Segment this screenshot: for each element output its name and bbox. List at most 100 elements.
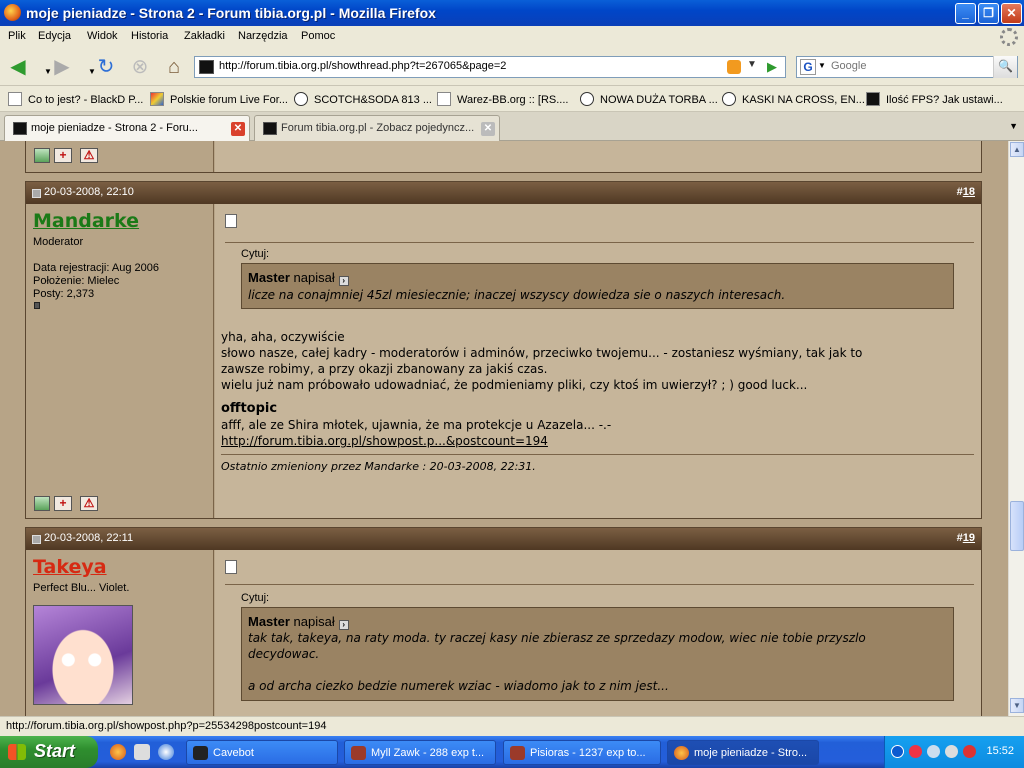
hand-icon	[722, 92, 736, 106]
bookmark-item[interactable]: Co to jest? - BlackD P...	[8, 92, 143, 106]
report-warning-icon[interactable]: ⚠	[80, 496, 98, 511]
url-history-dropdown-icon[interactable]: ▼	[747, 59, 757, 70]
menu-edycja[interactable]: Edycja	[38, 30, 71, 42]
post-status-icon	[32, 189, 41, 198]
quote-label: Cytuj:	[241, 248, 270, 260]
post-number-link[interactable]: 19	[963, 532, 975, 544]
tray-network-icon[interactable]	[927, 745, 940, 758]
scrollbar-thumb[interactable]	[1010, 501, 1024, 551]
menu-zakladki[interactable]: Zakładki	[184, 30, 225, 42]
menu-pomoc[interactable]: Pomoc	[301, 30, 335, 42]
scroll-down-icon[interactable]: ▼	[1010, 698, 1024, 713]
previous-post-footer: + ⚠	[25, 141, 982, 173]
clock: 15:52	[986, 745, 1014, 757]
bookmark-item[interactable]: Ilość FPS? Jak ustawi...	[866, 92, 1003, 106]
edited-note: Ostatnio zmieniony przez Mandarke : 20-0…	[221, 460, 536, 473]
menu-narzedzia[interactable]: Narzędzia	[238, 30, 288, 42]
tibia-client-icon	[510, 746, 525, 760]
taskbar-item-pisioras[interactable]: Pisioras - 1237 exp to...	[503, 740, 661, 765]
tray-display-icon[interactable]	[945, 745, 958, 758]
home-icon[interactable]: ⌂	[162, 55, 186, 79]
vertical-scrollbar[interactable]: ▲ ▼	[1008, 141, 1024, 716]
quote-text: licze na conajmniej 45zl miesiecznie; in…	[248, 288, 786, 302]
user-avatar	[33, 605, 133, 705]
ip-icon[interactable]	[34, 148, 50, 163]
quicklaunch-media-icon[interactable]	[158, 744, 174, 760]
offtopic-text: afff, ale ze Shira młotek, ujawnia, że m…	[221, 418, 612, 432]
tab-favicon-icon	[13, 122, 27, 135]
tray-antivirus-icon[interactable]	[963, 745, 976, 758]
post-date: 20-03-2008, 22:11	[44, 532, 134, 544]
go-icon[interactable]: ▶	[767, 59, 777, 75]
post-body: Cytuj: Master napisał › licze na conajmni…	[215, 204, 981, 518]
search-bar[interactable]: G ▼ 🔍	[796, 56, 1018, 78]
bookmark-favicon-icon	[866, 92, 880, 106]
post-number-link[interactable]: 18	[963, 186, 975, 198]
quicklaunch-desktop-icon[interactable]	[134, 744, 150, 760]
start-button[interactable]: Start	[0, 736, 98, 768]
reputation-plus-icon[interactable]: +	[54, 148, 72, 163]
taskbar-item-myll-zawk[interactable]: Myll Zawk - 288 exp t...	[344, 740, 496, 765]
post-body: Cytuj: Master napisał › tak tak, takeya, …	[215, 550, 981, 716]
tab-close-icon[interactable]: ✕	[481, 122, 495, 136]
tab-close-icon[interactable]: ✕	[231, 122, 245, 136]
search-engine-dropdown-icon[interactable]: ▼	[818, 61, 826, 70]
taskbar-item-cavebot[interactable]: Cavebot	[186, 740, 338, 765]
menu-historia[interactable]: Historia	[131, 30, 168, 42]
username[interactable]: Mandarke	[33, 210, 139, 232]
post-date: 20-03-2008, 22:10	[44, 186, 134, 198]
scroll-up-icon[interactable]: ▲	[1010, 142, 1024, 157]
tray-app-icon[interactable]	[909, 745, 922, 758]
url-input[interactable]	[219, 60, 719, 72]
windows-flag-icon	[8, 744, 26, 760]
offtopic-link[interactable]: http://forum.tibia.org.pl/showpost.p...&…	[221, 434, 548, 448]
minimize-button[interactable]: _	[955, 3, 976, 24]
hand-icon	[580, 92, 594, 106]
post-user-panel: Mandarke Moderator Data rejestracji: Aug…	[26, 204, 214, 518]
maximize-button[interactable]: ❐	[978, 3, 999, 24]
reload-icon[interactable]: ↻	[94, 55, 118, 79]
menu-plik[interactable]: Plik	[8, 30, 26, 42]
quote-author: Master napisał ›	[248, 614, 349, 630]
view-post-arrow-icon[interactable]: ›	[338, 276, 349, 286]
tab-moje-pieniadze[interactable]: moje pieniadze - Strona 2 - Foru... ✕	[4, 115, 250, 141]
tab-forum-pojedynczy[interactable]: Forum tibia.org.pl - Zobacz pojedyncz...…	[254, 115, 500, 141]
tab-list-dropdown-icon[interactable]: ▼	[1009, 121, 1018, 131]
bookmark-item[interactable]: NOWA DUŻA TORBA ...	[580, 92, 718, 106]
post-message: yha, aha, oczywiście słowo nasze, całej …	[221, 330, 863, 448]
quicklaunch-firefox-icon[interactable]	[110, 744, 126, 760]
bookmark-item[interactable]: Warez-BB.org :: [RS....	[437, 92, 568, 106]
activity-throbber-icon	[1000, 28, 1018, 46]
search-input[interactable]	[831, 60, 981, 72]
reputation-plus-icon[interactable]: +	[54, 496, 72, 511]
stop-icon[interactable]: ⊗	[128, 55, 152, 79]
forward-icon[interactable]: ▶	[50, 55, 74, 79]
menu-widok[interactable]: Widok	[87, 30, 118, 42]
window-title-bar[interactable]: moje pieniadze - Strona 2 - Forum tibia.…	[0, 0, 1024, 26]
bookmark-item[interactable]: KASKI NA CROSS, EN...	[722, 92, 865, 106]
search-engine-icon[interactable]: G	[800, 59, 816, 75]
back-icon[interactable]: ◀	[6, 55, 30, 79]
tray-expand-icon[interactable]	[891, 745, 904, 758]
navigation-toolbar: ◀ ▼ ▶ ▼ ↻ ⊗ ⌂ ▼ ▶ G ▼ 🔍	[0, 48, 1024, 86]
close-button[interactable]: ✕	[1001, 3, 1022, 24]
bookmark-favicon-icon	[150, 92, 164, 106]
post-header: 20-03-2008, 22:10 #18	[26, 182, 981, 204]
firefox-icon	[4, 4, 21, 21]
system-tray: 15:52	[884, 736, 1024, 768]
post-header: 20-03-2008, 22:11 #19	[26, 528, 981, 550]
rss-feed-icon[interactable]	[727, 60, 741, 74]
username[interactable]: Takeya	[33, 556, 107, 578]
bookmark-item[interactable]: Polskie forum Live For...	[150, 92, 288, 106]
bookmark-item[interactable]: SCOTCH&SODA 813 ...	[294, 92, 432, 106]
status-bar: http://forum.tibia.org.pl/showpost.php?p…	[0, 716, 1024, 736]
ip-icon[interactable]	[34, 496, 50, 511]
url-bar[interactable]: ▼ ▶	[194, 56, 786, 78]
status-text: http://forum.tibia.org.pl/showpost.php?p…	[6, 720, 327, 732]
taskbar-item-firefox[interactable]: moje pieniadze - Stro...	[667, 740, 819, 765]
search-icon[interactable]: 🔍	[993, 56, 1017, 78]
post-document-icon	[225, 214, 237, 228]
report-warning-icon[interactable]: ⚠	[80, 148, 98, 163]
view-post-arrow-icon[interactable]: ›	[338, 620, 349, 630]
page-icon	[8, 92, 22, 106]
